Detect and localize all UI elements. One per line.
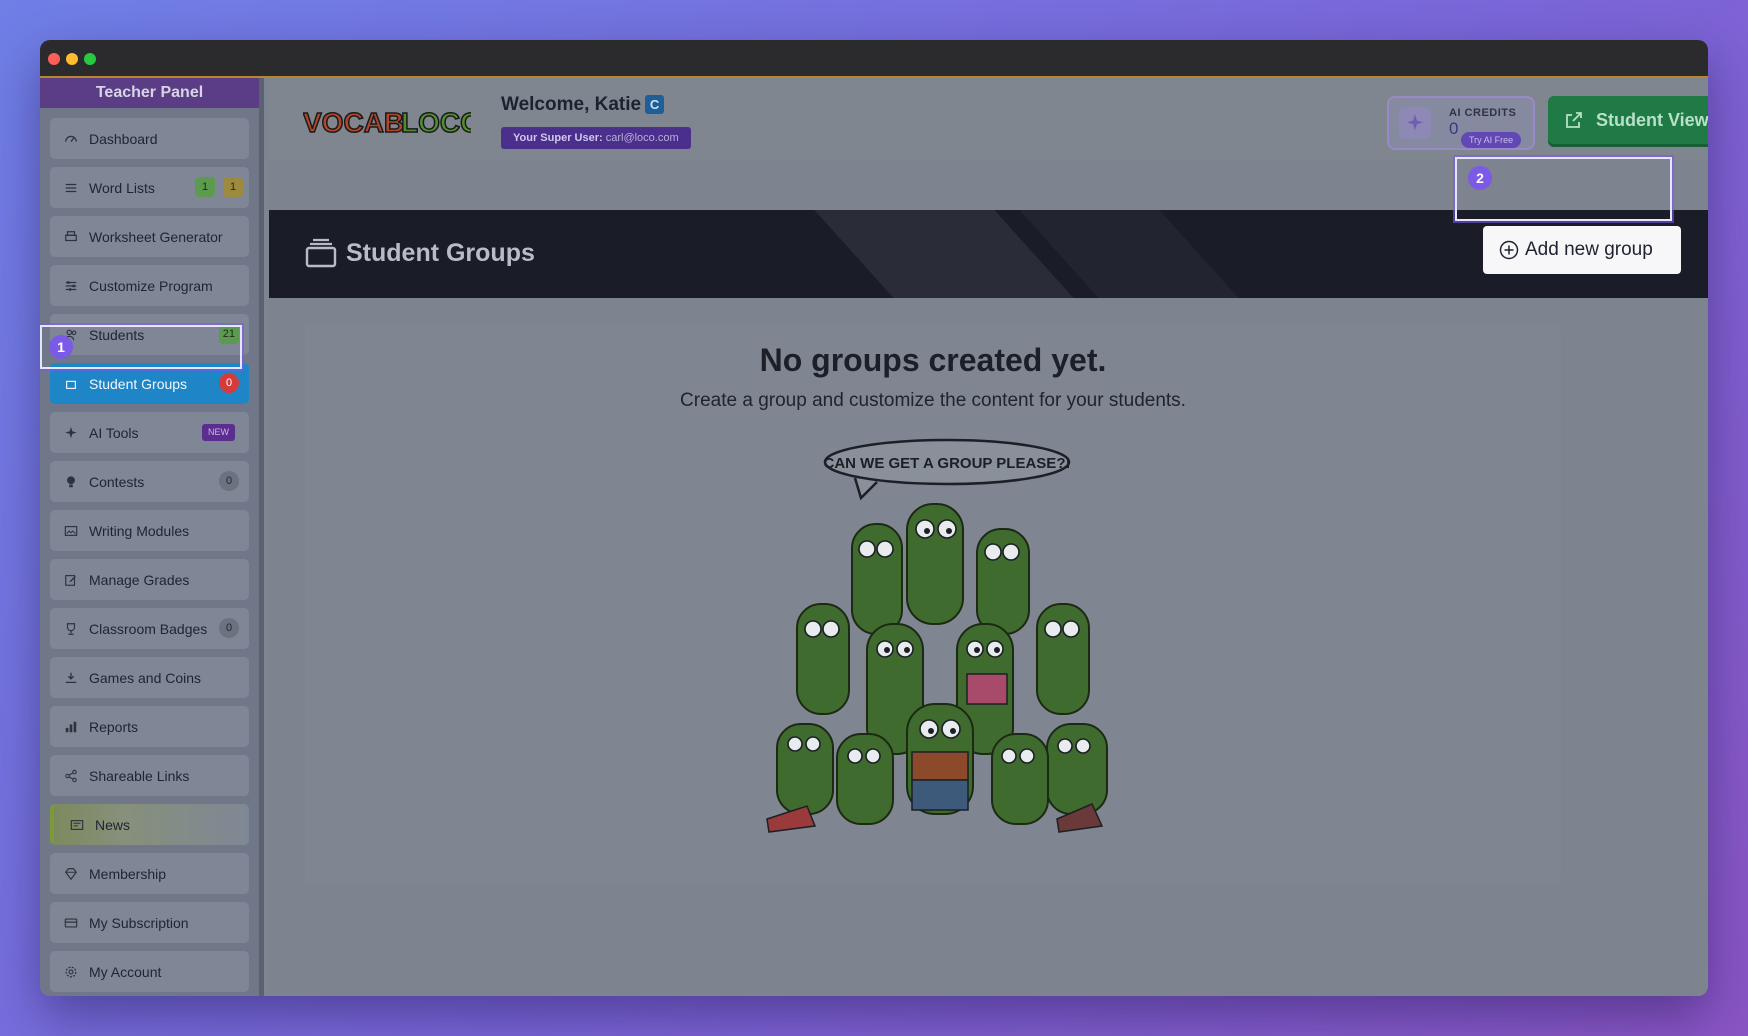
sidebar-item-writing-modules[interactable]: Writing Modules <box>50 510 249 551</box>
add-new-group-button[interactable]: Add new group <box>1483 226 1681 274</box>
sidebar-item-dashboard[interactable]: Dashboard <box>50 118 249 159</box>
sidebar-item-label: Dashboard <box>89 130 158 147</box>
share-icon <box>64 769 78 783</box>
sidebar-item-label: Student Groups <box>89 375 188 392</box>
sidebar-item-student-groups[interactable]: Student Groups 0 <box>50 363 249 404</box>
sidebar-item-label: My Account <box>89 963 162 980</box>
window-titlebar <box>40 40 1708 78</box>
user-role-badge: C <box>645 95 665 114</box>
sidebar-item-label: Classroom Badges <box>89 620 208 637</box>
sparkle-icon <box>64 426 78 440</box>
super-user-info: Your Super User: carl@loco.com <box>501 127 691 149</box>
ai-credits-label: AI CREDITS <box>1449 107 1517 119</box>
vocab-loco-logo[interactable]: VOCAB LOCO <box>303 104 471 138</box>
sidebar-item-shareable-links[interactable]: Shareable Links <box>50 755 249 796</box>
list-icon <box>64 181 78 195</box>
sidebar-nav: Dashboard Word Lists 1 1 Worksheet Gener… <box>40 108 259 992</box>
ai-credits-value: 0 <box>1449 119 1459 138</box>
sidebar-item-ai-tools[interactable]: AI Tools NEW <box>50 412 249 453</box>
super-user-label: Your Super User: <box>513 132 603 144</box>
empty-state-subtext: Create a group and customize the content… <box>680 390 1186 411</box>
layers-icon <box>305 238 337 268</box>
trophy-icon <box>64 622 78 636</box>
sidebar-item-manage-grades[interactable]: Manage Grades <box>50 559 249 600</box>
minimize-window-button[interactable] <box>66 53 78 65</box>
credit-card-icon <box>64 916 78 930</box>
coins-icon <box>64 671 78 685</box>
empty-state-heading: No groups created yet. <box>759 342 1107 378</box>
student-view-label: Student View <box>1596 109 1708 130</box>
empty-state-card: No groups created yet. Create a group an… <box>305 324 1561 884</box>
sidebar: Teacher Panel Dashboard Word Lists 1 1 W… <box>40 78 264 996</box>
printer-icon <box>64 230 78 244</box>
cactus-group-illustration: CAN WE GET A GROUP PLEASE?! <box>766 438 1108 833</box>
close-window-button[interactable] <box>48 53 60 65</box>
sidebar-item-contests[interactable]: Contests 0 <box>50 461 249 502</box>
word-lists-shared-badge: 1 <box>223 177 243 197</box>
student-view-button[interactable]: Student View <box>1548 96 1708 144</box>
contests-count-badge: 0 <box>219 471 239 491</box>
super-user-email: carl@loco.com <box>605 132 679 144</box>
sidebar-item-label: Contests <box>89 473 145 490</box>
sidebar-item-label: Manage Grades <box>89 571 190 588</box>
sidebar-item-label: AI Tools <box>89 424 139 441</box>
sidebar-item-label: Worksheet Generator <box>89 228 223 245</box>
sidebar-item-word-lists[interactable]: Word Lists 1 1 <box>50 167 249 208</box>
sidebar-item-label: Reports <box>89 718 139 735</box>
sidebar-item-reports[interactable]: Reports <box>50 706 249 747</box>
layers-icon <box>64 377 78 391</box>
top-header: VOCAB LOCO Welcome, KatieC Your Super Us… <box>269 78 1708 160</box>
page-title-text: Student Groups <box>346 238 535 267</box>
plus-circle-icon <box>1499 240 1519 260</box>
sidebar-item-label: News <box>95 816 131 833</box>
sidebar-item-classroom-badges[interactable]: Classroom Badges 0 <box>50 608 249 649</box>
ai-credits-panel[interactable]: AI CREDITS 0 Try AI Free <box>1387 96 1535 150</box>
gear-icon <box>64 965 78 979</box>
external-link-icon <box>1566 112 1582 128</box>
dashboard-icon <box>64 132 78 146</box>
sidebar-item-label: Shareable Links <box>89 767 190 784</box>
try-ai-free-button[interactable]: Try AI Free <box>1461 132 1522 148</box>
sidebar-item-worksheet-generator[interactable]: Worksheet Generator <box>50 216 249 257</box>
sidebar-item-my-account[interactable]: My Account <box>50 951 249 992</box>
step-1-marker: 1 <box>49 335 73 359</box>
classroom-badges-count-badge: 0 <box>219 618 239 638</box>
lightbulb-icon <box>64 475 78 489</box>
svg-text:LOCO: LOCO <box>401 107 471 138</box>
newspaper-icon <box>70 818 84 832</box>
welcome-text: Welcome, Katie <box>501 94 642 115</box>
sidebar-item-label: Games and Coins <box>89 669 202 686</box>
image-icon <box>64 524 78 538</box>
svg-text:VOCAB: VOCAB <box>303 107 404 138</box>
speech-bubble-text: CAN WE GET A GROUP PLEASE?! <box>824 455 1071 472</box>
edit-icon <box>64 573 78 587</box>
sidebar-item-label: My Subscription <box>89 914 189 931</box>
sidebar-title: Teacher Panel <box>40 78 259 108</box>
sidebar-item-label: Customize Program <box>89 277 213 294</box>
sidebar-item-customize-program[interactable]: Customize Program <box>50 265 249 306</box>
welcome-message: Welcome, Katie C <box>501 94 665 116</box>
sidebar-item-label: Writing Modules <box>89 522 190 539</box>
page-title: Student Groups <box>305 238 535 268</box>
step-2-marker: 2 <box>1468 166 1492 190</box>
sidebar-item-membership[interactable]: Membership <box>50 853 249 894</box>
step-2-highlight <box>1455 157 1672 221</box>
sparkle-icon <box>1399 107 1431 139</box>
bar-chart-icon <box>64 720 78 734</box>
word-lists-count-badge: 1 <box>195 177 215 197</box>
add-new-group-label: Add new group <box>1525 239 1653 260</box>
app-window: Teacher Panel Dashboard Word Lists 1 1 W… <box>40 40 1708 996</box>
sidebar-item-games-and-coins[interactable]: Games and Coins <box>50 657 249 698</box>
sidebar-item-my-subscription[interactable]: My Subscription <box>50 902 249 943</box>
sliders-icon <box>64 279 78 293</box>
sidebar-item-label: Word Lists <box>89 179 155 196</box>
sidebar-item-label: Membership <box>89 865 167 882</box>
ai-tools-new-badge: NEW <box>202 424 235 441</box>
diamond-icon <box>64 867 78 881</box>
maximize-window-button[interactable] <box>84 53 96 65</box>
student-groups-count-badge: 0 <box>219 373 239 393</box>
sidebar-item-news[interactable]: News <box>50 804 249 845</box>
